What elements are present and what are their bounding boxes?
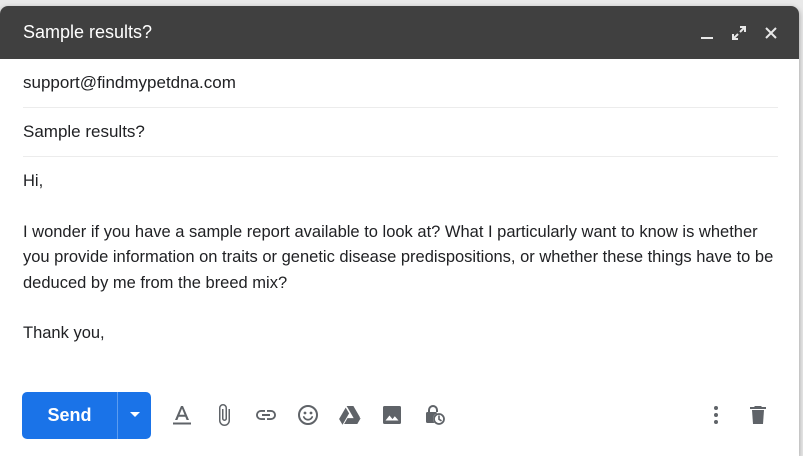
toolbar-right xyxy=(695,395,779,435)
body-paragraph: I wonder if you have a sample report ava… xyxy=(23,222,778,292)
drive-icon xyxy=(339,406,361,425)
photo-icon xyxy=(383,406,401,424)
compose-window: Sample results? support@findmypetdna.com… xyxy=(0,6,799,456)
formatting-options-button[interactable] xyxy=(161,395,203,435)
recipients-field[interactable]: support@findmypetdna.com xyxy=(23,59,778,108)
formatting-tools xyxy=(161,395,455,435)
insert-emoji-button[interactable] xyxy=(287,395,329,435)
link-icon xyxy=(256,410,276,420)
confidential-icon xyxy=(426,405,445,425)
format-text-icon xyxy=(173,406,191,425)
compose-titlebar[interactable]: Sample results? xyxy=(0,6,799,59)
emoji-icon xyxy=(298,405,318,425)
trash-icon xyxy=(750,406,766,424)
close-button[interactable] xyxy=(755,17,787,49)
minimize-icon xyxy=(701,36,713,39)
send-options-button[interactable] xyxy=(118,392,151,439)
subject-field[interactable]: Sample results? xyxy=(23,108,778,157)
insert-photo-button[interactable] xyxy=(371,395,413,435)
body-closing: Thank you, xyxy=(23,324,105,342)
send-button-group: Send xyxy=(22,391,151,439)
body-greeting: Hi, xyxy=(23,172,44,190)
minimize-button[interactable] xyxy=(691,17,723,49)
more-options-button[interactable] xyxy=(695,395,737,435)
insert-link-button[interactable] xyxy=(245,395,287,435)
fullscreen-button[interactable] xyxy=(723,17,755,49)
subject-text: Sample results? xyxy=(23,122,145,141)
compose-toolbar: Send xyxy=(22,391,779,439)
caret-down-icon xyxy=(129,412,140,417)
compose-title: Sample results? xyxy=(23,22,153,42)
discard-draft-button[interactable] xyxy=(737,395,779,435)
message-body[interactable]: Hi, I wonder if you have a sample report … xyxy=(0,157,799,347)
more-options-icon xyxy=(714,406,718,424)
recipient-address: support@findmypetdna.com xyxy=(23,73,236,92)
insert-drive-button[interactable] xyxy=(329,395,371,435)
attach-files-button[interactable] xyxy=(203,395,245,435)
expand-icon xyxy=(732,25,746,40)
confidential-mode-button[interactable] xyxy=(413,395,455,435)
attach-icon xyxy=(219,404,230,426)
close-icon xyxy=(765,26,777,39)
send-button[interactable]: Send xyxy=(22,392,117,439)
